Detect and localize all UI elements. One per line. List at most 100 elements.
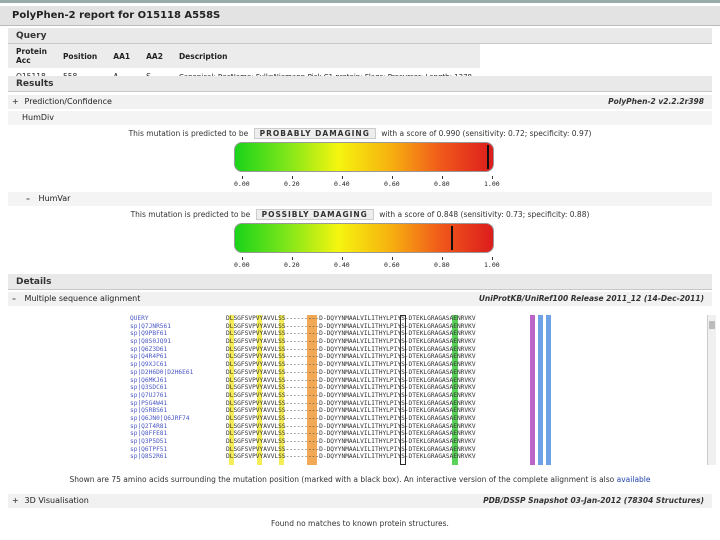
sequence-name-link[interactable]: sp|Q6MKJ61 [130, 377, 226, 385]
humdiv-score-bar [234, 142, 494, 172]
tick-mark [342, 176, 343, 179]
viz-label: 3D Visualisation [24, 496, 89, 505]
humvar-ticks: 0.00 0.20 0.40 0.60 0.80 1.00 [228, 257, 500, 271]
humvar-score-marker [451, 226, 453, 250]
sequence-residues: DLSGFSVPVYAVVLSS---------D-DQYYNMAALVILI… [226, 414, 476, 422]
expand-toggle-icon[interactable]: + [12, 494, 20, 508]
sequence-name-link[interactable]: sp|Q2T4R81 [130, 423, 226, 431]
alignment-row: sp|Q5RBS61 DLSGFSVPVYAVVLSS---------D-DQY… [130, 407, 708, 415]
sequence-residues: DLSGFSVPVYAVVLSS---------D-DQYYNMAALVILI… [226, 361, 476, 369]
collapse-toggle-icon[interactable]: – [26, 192, 34, 206]
alignment-row: sp|Q8FFE81 DLSGFSVPVYAVVLSS---------D-DQY… [130, 430, 708, 438]
sequence-name-link[interactable]: sp|Q9PBF61 [130, 330, 226, 338]
col-protein-acc: Protein Acc [8, 44, 55, 68]
tick-mark [292, 257, 293, 260]
top-strip [0, 0, 720, 3]
sequence-name-link[interactable]: sp|Q9XJC61 [130, 361, 226, 369]
sequence-residues: DLSGFSVPVYAVVLSS---------D-DQYYNMAALVILI… [226, 384, 476, 392]
sequence-residues: DLSGFSVPVYAVVLSS---------D-DQYYNMAALVILI… [226, 315, 476, 322]
sequence-name-link[interactable]: sp|Q6TPF51 [130, 446, 226, 454]
sequence-residues: DLSGFSVPVYAVVLSS---------D-DQYYNMAALVILI… [226, 353, 476, 361]
tick-mark [342, 257, 343, 260]
tick-mark [492, 257, 493, 260]
alignment-row: sp|Q3SDC61 DLSGFSVPVYAVVLSS---------D-DQY… [130, 384, 708, 392]
query-section-header: Query [8, 28, 712, 44]
sequence-name-link[interactable]: sp|Q7JNR561 [130, 323, 226, 331]
sequence-name-link[interactable]: QUERY [130, 315, 226, 323]
sequence-name-link[interactable]: sp|P5G4W41 [130, 400, 226, 408]
alignment-row: sp|Q8S0JQ91 DLSGFSVPVYAVVLSS---------D-DQ… [130, 338, 708, 346]
sequence-name-link[interactable]: sp|Q3P5D51 [130, 438, 226, 446]
tick-label: 0.80 [434, 180, 450, 188]
tick-mark [492, 176, 493, 179]
sequence-residues: DLSGFSVPVYAVVLSS---------D-DQYYNMAALVILI… [226, 430, 476, 438]
alignment-row: sp|Q9XJC61 DLSGFSVPVYAVVLSS---------D-DQY… [130, 361, 708, 369]
alignment-row: sp|Q9PBF61 DLSGFSVPVYAVVLSS---------D-DQY… [130, 330, 708, 338]
tick-mark [392, 257, 393, 260]
alignment-row: sp|Q7JNR561 DLSGFSVPVYAVVLSS---------D-DQ… [130, 323, 708, 331]
scrollbar-thumb[interactable] [709, 321, 715, 329]
msa-label: Multiple sequence alignment [24, 294, 141, 303]
sequence-residues: DLSGFSVPVYAVVLSS---------D-DQYYNMAALVILI… [226, 453, 476, 461]
sequence-name-link[interactable]: sp|Q4R4P61 [130, 353, 226, 361]
sequence-name-link[interactable]: sp|D2H6D0|D2H6E61 [130, 369, 226, 377]
collapse-toggle-icon[interactable]: – [12, 292, 20, 306]
alignment-available-link[interactable]: available [617, 475, 651, 484]
humvar-call: POSSIBLY DAMAGING [255, 209, 374, 220]
details-section-header: Details [8, 274, 712, 290]
alignment-scrollbar[interactable] [707, 315, 716, 465]
alignment-row: sp|Q6Z3D61 DLSGFSVPVYAVVLSS---------D-DQY… [130, 346, 708, 354]
prediction-header[interactable]: + Prediction/Confidence PolyPhen-2 v2.2.… [8, 95, 712, 109]
query-table-header-row: Protein Acc Position AA1 AA2 Description [8, 44, 480, 68]
sequence-name-link[interactable]: sp|Q6Z3D61 [130, 346, 226, 354]
tick-mark [242, 257, 243, 260]
tick-mark [442, 176, 443, 179]
sequence-residues: DLSGFSVPVYAVVLSS---------D-DQYYNMAALVILI… [226, 438, 476, 445]
collapse-toggle-icon[interactable]: + [12, 95, 20, 109]
alignment-row: sp|Q8S2R61 DLSGFSVPVYAVVLSS---------D-DQY… [130, 453, 708, 461]
sequence-residues: DLSGFSVPVYAVVLSS---------D-DQYYNMAALVILI… [226, 322, 476, 330]
humdiv-score-marker [486, 145, 489, 169]
sequence-name-link[interactable]: sp|Q6JN0|Q6JRF74 [130, 415, 226, 423]
sequence-residues: DLSGFSVPVYAVVLSS---------D-DQYYNMAALVILI… [226, 391, 476, 399]
page-title: PolyPhen-2 report for O15118 A558S [0, 6, 720, 26]
tick-mark [292, 176, 293, 179]
alignment-note-text: Shown are 75 amino acids surrounding the… [69, 475, 617, 484]
sequence-name-link[interactable]: sp|Q8FFE81 [130, 430, 226, 438]
sequence-residues: DLSGFSVPVYAVVLSS---------D-DQYYNMAALVILI… [226, 399, 476, 407]
tick-label: 0.40 [334, 261, 350, 269]
tick-mark [242, 176, 243, 179]
sequence-residues: DLSGFSVPVYAVVLSS---------D-DQYYNMAALVILI… [226, 445, 476, 453]
humdiv-header: HumDiv [8, 111, 712, 125]
sequence-name-link[interactable]: sp|Q7UJ761 [130, 392, 226, 400]
polyphen-version: PolyPhen-2 v2.2.2r398 [608, 97, 704, 106]
tick-mark [392, 176, 393, 179]
sequence-name-link[interactable]: sp|Q8S2R61 [130, 453, 226, 461]
sequence-residues: DLSGFSVPVYAVVLSS---------D-DQYYNMAALVILI… [226, 338, 476, 346]
sequence-name-link[interactable]: sp|Q8S0JQ91 [130, 338, 226, 346]
col-position: Position [54, 44, 106, 68]
results-section-header: Results [8, 76, 712, 92]
tick-label: 0.00 [234, 261, 250, 269]
viz-note: Found no matches to known protein struct… [271, 519, 449, 528]
alignment-view[interactable]: QUERY DLSGFSVPVYAVVLSS---------D-DQYYNMAA… [130, 315, 708, 465]
sequence-residues: DLSGFSVPVYAVVLSS---------D-DQYYNMAALVILI… [226, 330, 476, 338]
humvar-header[interactable]: – HumVar [8, 192, 712, 206]
humvar-score-bar [234, 223, 494, 253]
humdiv-label: HumDiv [22, 113, 54, 122]
tick-label: 0.60 [384, 261, 400, 269]
alignment-row: sp|Q6TPF51 DLSGFSVPVYAVVLSS---------D-DQY… [130, 446, 708, 454]
tick-label: 0.80 [434, 261, 450, 269]
sequence-name-link[interactable]: sp|Q5RBS61 [130, 407, 226, 415]
humdiv-call: PROBABLY DAMAGING [253, 128, 376, 139]
viz-header[interactable]: + 3D Visualisation PDB/DSSP Snapshot 03-… [8, 494, 712, 508]
col-aa1: AA1 [105, 44, 139, 68]
alignment-row: sp|D2H6D0|D2H6E61 DLSGFSVPVYAVVLSS-------… [130, 369, 708, 377]
humvar-prediction: This mutation is predicted to be POSSIBL… [0, 209, 720, 220]
sequence-name-link[interactable]: sp|Q3SDC61 [130, 384, 226, 392]
viz-source: PDB/DSSP Snapshot 03-Jan-2012 (78304 Str… [483, 496, 704, 505]
tick-label: 1.00 [484, 261, 500, 269]
msa-header[interactable]: – Multiple sequence alignment UniProtKB/… [8, 292, 712, 306]
tick-label: 0.40 [334, 180, 350, 188]
alignment-row: sp|Q6MKJ61 DLSGFSVPVYAVVLSS---------D-DQY… [130, 377, 708, 385]
